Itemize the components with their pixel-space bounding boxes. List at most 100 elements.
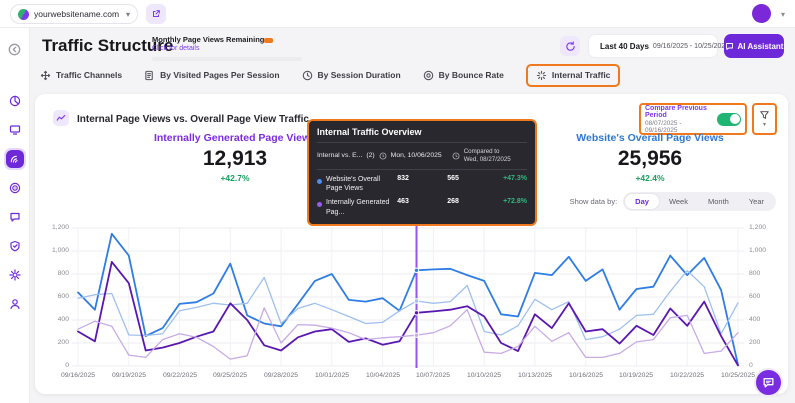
traffic-chart[interactable] [72, 222, 744, 368]
x-axis-tick: 10/22/2025 [662, 372, 712, 379]
app-window: yourwebsitename.com ▾ ▾ Traffic Structur… [0, 0, 795, 403]
tooltip-row-website-s-overall-page-views: Website's Overall Page Views832565+47.3% [317, 170, 527, 194]
granularity-option-month[interactable]: Month [698, 194, 739, 209]
tab-label: By Bounce Rate [439, 70, 504, 80]
tooltip-current-date: Mon, 10/06/2025 [391, 152, 442, 159]
tooltip-row-internally-generated-pag: Internally Generated Pag...463268+72.8% [317, 193, 527, 217]
ai-assistant-label: AI Assistant [738, 42, 784, 51]
chevron-down-icon: ▾ [763, 121, 766, 128]
sidebar-item-monitor[interactable] [4, 119, 26, 141]
sidebar-item-collapse[interactable] [4, 38, 26, 60]
date-range-picker[interactable]: Last 40 Days 09/16/2025 - 10/25/2025 ▾ [588, 34, 718, 58]
tooltip-current-value: 463 [397, 198, 447, 205]
x-axis-tick: 09/22/2025 [155, 372, 205, 379]
tooltip-current-value: 832 [397, 175, 447, 182]
sidebar-nav [0, 28, 30, 403]
quota-details-link[interactable]: Click for details [152, 45, 199, 52]
sidebar-item-chat[interactable] [4, 206, 26, 228]
y-axis-tick-left: 400 [43, 316, 69, 323]
clock-icon [452, 152, 460, 160]
granularity-option-week[interactable]: Week [659, 194, 698, 209]
y-axis-tick-right: 1,200 [749, 224, 775, 231]
tooltip-previous-value: 268 [447, 198, 503, 205]
report-tabs: Traffic Channels By Visited Pages Per Ses… [40, 60, 620, 90]
site-domain: yourwebsitename.com [34, 9, 121, 19]
tab-traffic-channels[interactable]: Traffic Channels [40, 70, 122, 81]
sidebar-item-pie-chart[interactable] [4, 90, 26, 112]
channels-icon [40, 70, 51, 81]
x-axis-tick: 09/19/2025 [104, 372, 154, 379]
metric-overall: Website's Overall Page Views 25,956 +42.… [540, 132, 760, 183]
filter-annotation[interactable]: ▾ [752, 103, 777, 135]
tab-label: Traffic Channels [56, 70, 122, 80]
tab-internal-traffic[interactable]: Internal Traffic [526, 64, 621, 87]
date-range-value: 09/16/2025 - 10/25/2025 [653, 43, 729, 50]
bounce-icon [423, 70, 434, 81]
tooltip-change-value: +72.8% [503, 198, 527, 205]
x-axis-tick: 10/01/2025 [307, 372, 357, 379]
x-axis-tick: 10/16/2025 [561, 372, 611, 379]
y-axis-tick-right: 200 [749, 339, 775, 346]
tooltip-change-value: +47.3% [503, 175, 527, 182]
y-axis-tick-right: 600 [749, 293, 775, 300]
funnel-icon [759, 110, 770, 120]
tooltip-row-label: Website's Overall Page Views [326, 175, 397, 194]
granularity-segmented-control: DayWeekMonthYear [623, 192, 776, 211]
user-avatar[interactable] [752, 4, 771, 23]
refresh-button[interactable] [560, 36, 580, 56]
granularity-option-day[interactable]: Day [625, 194, 659, 209]
tab-by-session-duration[interactable]: By Session Duration [302, 70, 401, 81]
toggle-knob [730, 114, 740, 124]
user-icon [9, 298, 21, 310]
pie-chart-icon [9, 95, 21, 107]
chevron-down-icon: ▾ [126, 10, 130, 19]
tab-by-visited-pages-per-session[interactable]: By Visited Pages Per Session [144, 70, 279, 81]
tooltip-metric: Internal vs. E... [317, 152, 362, 159]
card-chart-icon [53, 110, 69, 126]
support-chat-button[interactable] [754, 368, 783, 397]
sidebar-item-traffic[interactable] [4, 148, 26, 170]
compare-toggle[interactable] [717, 113, 741, 126]
open-site-button[interactable] [146, 4, 166, 24]
chat-bubble-icon [762, 376, 775, 389]
clock-icon [302, 70, 313, 81]
sidebar-item-gear[interactable] [4, 264, 26, 286]
tooltip-compare-line2: Wed, 08/27/2025 [464, 156, 511, 163]
y-axis-tick-right: 400 [749, 316, 775, 323]
compare-period-label[interactable]: Compare Previous Period [645, 105, 713, 119]
monitor-icon [9, 124, 21, 136]
site-selector[interactable]: yourwebsitename.com ▾ [10, 4, 138, 24]
tooltip-previous-value: 565 [447, 175, 503, 182]
refresh-icon [565, 41, 576, 52]
tooltip-row-label: Internally Generated Pag... [326, 198, 397, 217]
sidebar-item-user[interactable] [4, 293, 26, 315]
y-axis-tick-left: 1,200 [43, 224, 69, 231]
internal-icon [536, 70, 547, 81]
tab-by-bounce-rate[interactable]: By Bounce Rate [423, 70, 504, 81]
clock-icon [379, 152, 387, 160]
ai-assistant-button[interactable]: AI Assistant [724, 34, 784, 58]
sidebar-item-shield[interactable] [4, 235, 26, 257]
x-axis-tick: 09/16/2025 [53, 372, 103, 379]
metric-overall-change: +42.4% [540, 173, 760, 183]
y-axis-tick-left: 1,000 [43, 247, 69, 254]
tooltip-compare-line1: Compared to [464, 148, 500, 155]
y-axis-tick-right: 1,000 [749, 247, 775, 254]
chat-icon [725, 42, 734, 51]
y-axis-tick-left: 800 [43, 270, 69, 277]
granularity-option-year[interactable]: Year [739, 194, 774, 209]
tab-label: By Visited Pages Per Session [160, 70, 279, 80]
show-data-by: Show data by: DayWeekMonthYear [570, 192, 776, 211]
x-axis-tick: 10/13/2025 [510, 372, 560, 379]
traffic-icon [6, 150, 24, 168]
x-axis-tick: 09/28/2025 [256, 372, 306, 379]
tab-label: Internal Traffic [552, 70, 611, 80]
show-data-by-label: Show data by: [570, 197, 618, 206]
avatar-chevron-icon[interactable]: ▾ [781, 10, 785, 19]
site-favicon-icon [18, 9, 29, 20]
gear-icon [9, 269, 21, 281]
x-axis-tick: 10/19/2025 [611, 372, 661, 379]
metric-overall-value: 25,956 [540, 147, 760, 171]
shield-icon [9, 240, 21, 252]
sidebar-item-target[interactable] [4, 177, 26, 199]
